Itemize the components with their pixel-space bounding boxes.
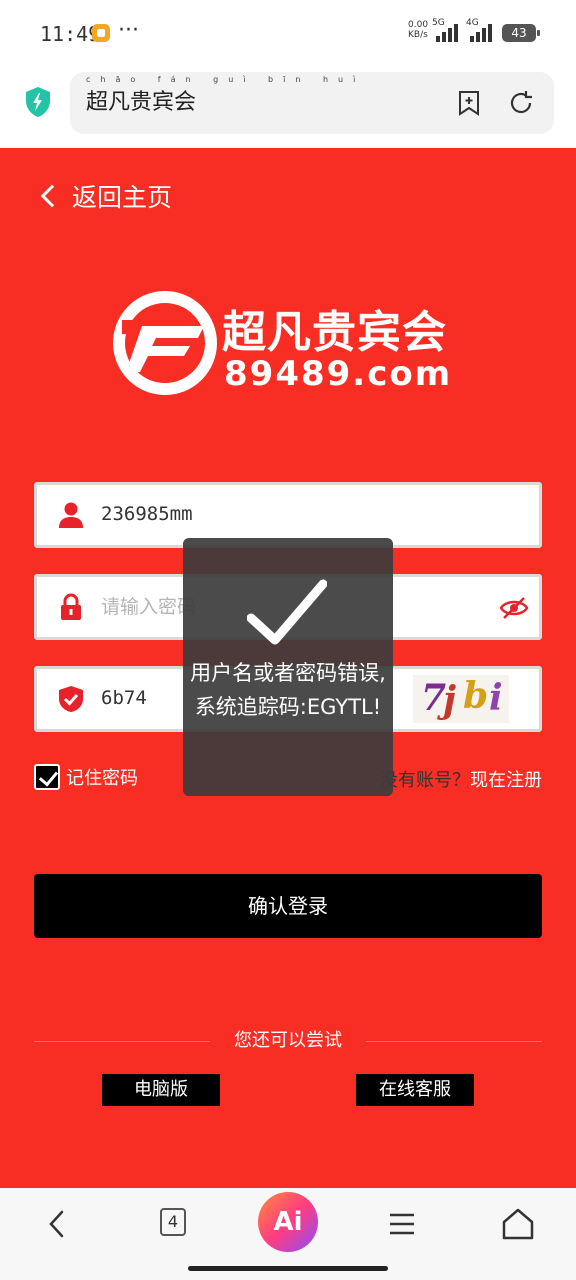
chevron-left-icon [40,184,64,208]
captcha-char: i [489,677,503,719]
home-indicator[interactable] [188,1266,388,1271]
username-value: 236985mm [101,503,193,525]
status-more-icon: ··· [118,18,139,43]
battery-icon: 43 [502,24,540,42]
checkmark-icon [247,579,327,645]
signal-icon-1 [436,22,464,42]
toast-message: 用户名或者密码错误,系统追踪码:EGYTL! [190,661,386,719]
register-prefix: 没有账号？ [380,770,470,791]
desktop-version-button[interactable]: 电脑版 [102,1074,220,1106]
refresh-icon[interactable] [506,88,536,118]
network-speed: 0.00 KB/s [408,20,429,40]
add-bookmark-icon[interactable] [454,88,484,118]
register-prompt: 没有账号？现在注册 [380,766,542,792]
brand-domain: 89489.com [224,354,453,394]
browser-toolbar: chāo fán guì bīn huì 超凡贵宾会 [0,66,576,148]
back-home-link[interactable]: 返回主页 [38,176,172,216]
login-button[interactable]: 确认登录 [34,874,542,938]
brand-logo-emblem [113,291,217,395]
remember-checkbox[interactable] [34,764,60,790]
signal-icon-2 [470,22,498,42]
back-arrow-icon[interactable] [38,1204,78,1244]
home-icon[interactable] [498,1204,538,1244]
remember-label: 记住密码 [66,768,138,789]
user-icon [59,502,83,528]
captcha-char: j [443,679,457,721]
error-toast: 用户名或者密码错误,系统追踪码:EGYTL! [183,538,393,796]
ai-assistant-button[interactable]: Ai [258,1192,318,1252]
address-bar[interactable]: chāo fán guì bīn huì 超凡贵宾会 [70,72,554,134]
status-bar: 11:49 ··· 0.00 KB/s 5G 4G 43 [0,0,576,66]
captcha-value: 6b74 [101,687,147,709]
security-shield-icon[interactable] [24,86,52,118]
lock-icon [61,593,81,620]
alt-options-divider: 您还可以尝试 [34,1028,542,1054]
brand-name: 超凡贵宾会 [222,307,447,358]
title-pinyin: chāo fán guì bīn huì [86,75,366,84]
back-home-label: 返回主页 [72,183,173,212]
page-title: 超凡贵宾会 [86,90,197,115]
browser-bottom-nav: 4 Ai [0,1188,576,1280]
brand-logo: 超凡贵宾会 89489.com [112,290,472,400]
shield-check-icon [59,686,83,712]
online-support-button[interactable]: 在线客服 [356,1074,474,1106]
tabs-count-button[interactable]: 4 [160,1208,186,1236]
notification-app-icon [92,24,110,42]
eye-hidden-icon[interactable] [499,595,529,621]
register-link[interactable]: 现在注册 [470,770,542,791]
captcha-image[interactable]: 7 j b i [413,675,509,723]
remember-password-toggle[interactable]: 记住密码 [34,764,138,790]
divider-line-right [366,1041,542,1042]
captcha-char: b [463,675,489,717]
menu-icon[interactable] [382,1204,422,1244]
